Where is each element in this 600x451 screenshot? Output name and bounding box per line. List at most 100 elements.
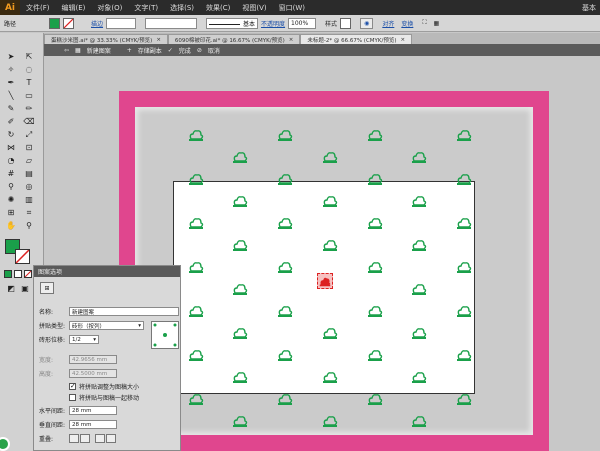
cloud-tree-icon xyxy=(232,414,248,428)
cloud-tree-icon xyxy=(322,238,338,252)
overlap-bottom-icon[interactable] xyxy=(106,434,116,443)
screen-mode-icon[interactable]: ▣ xyxy=(18,283,32,294)
rotate-tool-icon[interactable]: ↻ xyxy=(4,129,18,140)
close-icon[interactable]: × xyxy=(156,37,161,43)
cloud-tree-icon xyxy=(367,216,383,230)
menu-select[interactable]: 选择(S) xyxy=(164,3,200,13)
perspective-grid-icon[interactable]: ▱ xyxy=(22,155,36,166)
cloud-tree-icon xyxy=(188,128,204,142)
pencil-icon[interactable]: ✏ xyxy=(22,103,36,114)
draw-mode-icon[interactable]: ◩ xyxy=(4,283,18,294)
done-button[interactable]: 完成 xyxy=(179,46,191,55)
panel-title: 图案选项 xyxy=(34,266,180,277)
graphic-style-swatch[interactable] xyxy=(340,17,352,29)
resize-tile-checkbox[interactable] xyxy=(69,382,76,390)
close-icon[interactable]: × xyxy=(289,37,294,43)
tab-document-1[interactable]: 蛋糕沙米图.ai* @ 33.33% (CMYK/预览) × xyxy=(44,34,168,44)
back-arrow-icon[interactable]: ⇦ xyxy=(64,47,69,54)
cancel-button[interactable]: 取消 xyxy=(208,46,220,55)
free-transform-icon[interactable]: ⊡ xyxy=(22,142,36,153)
stroke-swatch[interactable] xyxy=(63,17,75,29)
scale-tool-icon[interactable]: ⤢ xyxy=(22,129,36,140)
type-tool-icon[interactable]: T xyxy=(22,77,36,88)
symbol-sprayer-icon[interactable]: ✺ xyxy=(4,194,18,205)
zoom-tool-icon[interactable]: ⚲ xyxy=(22,220,36,231)
cloud-tree-icon xyxy=(456,260,472,274)
move-tile-checkbox[interactable] xyxy=(69,394,76,401)
tab-document-3[interactable]: 未标题-2* @ 66.67% (CMYK/预览) × xyxy=(300,34,413,44)
rectangle-tool-icon[interactable]: ▭ xyxy=(22,90,36,101)
menu-file[interactable]: 文件(F) xyxy=(20,3,56,13)
artboard-tool-icon[interactable]: ⊞ xyxy=(4,207,18,218)
direct-selection-tool-icon[interactable]: ⇱ xyxy=(22,51,36,62)
blob-brush-icon[interactable]: ✐ xyxy=(4,116,18,127)
save-copy-button[interactable]: 存储副本 xyxy=(138,46,162,55)
width-input[interactable]: 42.9656 mm xyxy=(69,355,117,364)
cloud-tree-icon xyxy=(411,414,427,428)
fill-swatch[interactable] xyxy=(49,17,61,29)
tab-document-2[interactable]: 6090棉被印花.ai* @ 16.67% (CMYK/预览) × xyxy=(167,34,301,44)
grid-icon[interactable]: ▦ xyxy=(434,20,440,27)
selection-tool-icon[interactable]: ➤ xyxy=(4,51,18,62)
menu-effect[interactable]: 效果(C) xyxy=(200,3,236,13)
color-mode-icon[interactable] xyxy=(4,270,12,278)
blend-tool-icon[interactable]: ◎ xyxy=(22,181,36,192)
tile-editor-icon[interactable]: ⊞ xyxy=(40,282,54,294)
gradient-mode-icon[interactable] xyxy=(14,270,22,278)
gradient-tool-icon[interactable]: ▤ xyxy=(22,168,36,179)
menu-edit[interactable]: 编辑(E) xyxy=(56,3,92,13)
pen-tool-icon[interactable]: ✒ xyxy=(4,77,18,88)
overlap-left-icon[interactable] xyxy=(69,434,79,443)
brick-offset-select[interactable]: 1/2 ▾ xyxy=(69,335,99,344)
cloud-tree-icon xyxy=(322,370,338,384)
magic-wand-icon[interactable]: ✧ xyxy=(4,64,18,75)
graph-tool-icon[interactable]: ▥ xyxy=(22,194,36,205)
stroke-weight-field[interactable] xyxy=(106,17,137,29)
menu-window[interactable]: 窗口(W) xyxy=(273,3,311,13)
opacity-link[interactable]: 不透明度 xyxy=(261,19,285,28)
lasso-icon[interactable]: ◌ xyxy=(22,64,36,75)
none-mode-icon[interactable] xyxy=(24,270,32,278)
close-icon[interactable]: × xyxy=(401,37,406,43)
line-tool-icon[interactable]: ╲ xyxy=(4,90,18,101)
cloud-tree-icon xyxy=(232,326,248,340)
control-bar: 路径 描边 基本 不透明度 100% 样式 ◉ 对齐 变换 ⛶ ▦ xyxy=(0,15,600,32)
align-link[interactable]: 对齐 xyxy=(382,19,394,28)
pattern-name-input[interactable]: 新建图案 xyxy=(69,307,179,316)
overlap-top-icon[interactable] xyxy=(95,434,105,443)
eyedropper-icon[interactable]: ⚲ xyxy=(4,181,18,192)
tile-type-select[interactable]: 砖形（按列） ▾ xyxy=(69,321,144,330)
transform-link[interactable]: 变换 xyxy=(401,19,413,28)
stroke-profile-field[interactable]: 基本 xyxy=(206,17,259,29)
stroke-color-icon[interactable] xyxy=(15,249,30,264)
cloud-tree-icon xyxy=(367,260,383,274)
menu-type[interactable]: 文字(T) xyxy=(128,3,164,13)
v-spacing-input[interactable]: 28 mm xyxy=(69,420,117,429)
width-label: 宽度: xyxy=(39,357,54,364)
cancel-icon: ⊘ xyxy=(196,46,202,54)
cloud-tree-icon xyxy=(188,392,204,406)
stroke-link[interactable]: 描边 xyxy=(91,19,103,28)
cloud-tree-icon xyxy=(232,370,248,384)
opacity-field[interactable]: 100% xyxy=(288,17,317,29)
name-label: 名称: xyxy=(39,309,54,316)
recolor-button[interactable]: ◉ xyxy=(360,17,374,29)
cloud-tree-icon xyxy=(322,194,338,208)
menu-view[interactable]: 视图(V) xyxy=(236,3,272,13)
variable-width-field[interactable] xyxy=(145,17,198,29)
hand-tool-icon[interactable]: ✋ xyxy=(4,220,18,231)
width-tool-icon[interactable]: ⋈ xyxy=(4,142,18,153)
cloud-tree-icon xyxy=(367,392,383,406)
height-input[interactable]: 42.5000 mm xyxy=(69,369,117,378)
mesh-tool-icon[interactable]: # xyxy=(4,168,18,179)
workspace-switcher[interactable]: 基本 xyxy=(576,3,600,13)
overlap-right-icon[interactable] xyxy=(80,434,90,443)
paintbrush-icon[interactable]: ✎ xyxy=(4,103,18,114)
selected-motif-icon[interactable] xyxy=(317,273,333,289)
h-spacing-input[interactable]: 28 mm xyxy=(69,406,117,415)
eraser-icon[interactable]: ⌫ xyxy=(22,116,36,127)
menu-object[interactable]: 对象(O) xyxy=(91,3,128,13)
shape-builder-icon[interactable]: ◔ xyxy=(4,155,18,166)
slice-tool-icon[interactable]: ⌗ xyxy=(22,207,36,218)
isolate-icon[interactable]: ⛶ xyxy=(422,19,426,27)
